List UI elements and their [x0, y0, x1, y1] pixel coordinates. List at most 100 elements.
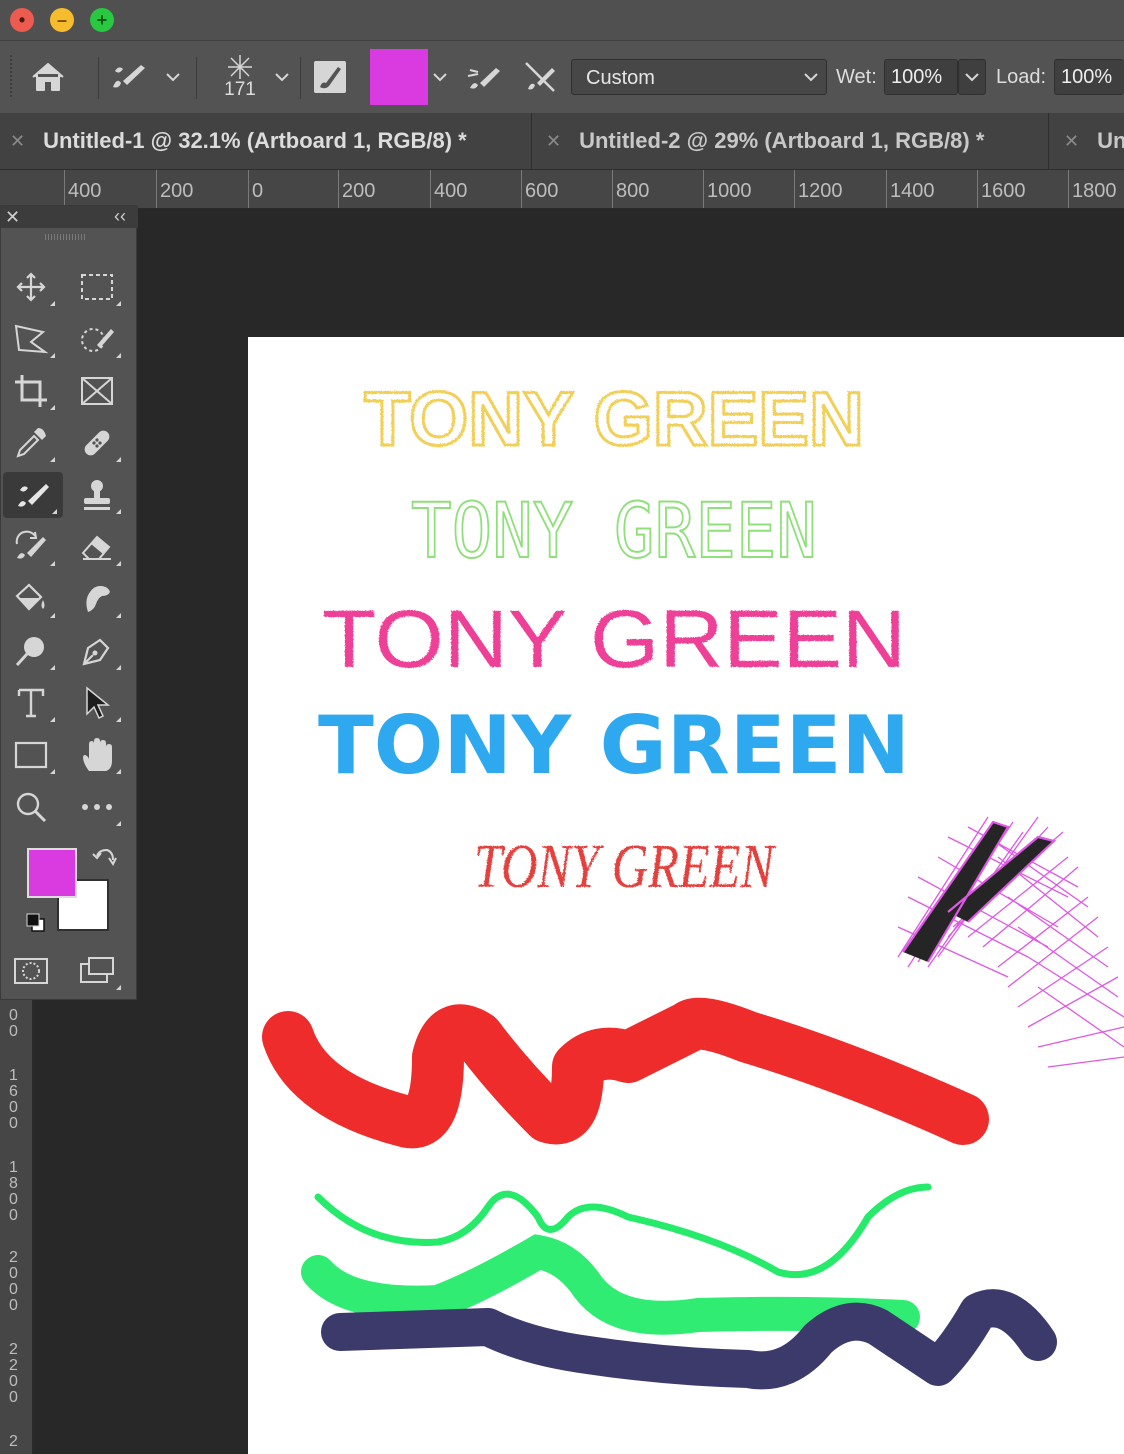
tab-title: Untitled-1 @ 32.1% (Artboard 1, RGB/8) *	[43, 128, 467, 153]
stamp-icon	[84, 480, 110, 510]
brush-settings-toggle[interactable]	[310, 41, 350, 113]
paint-bucket-tool[interactable]	[1, 576, 61, 622]
ruler-label: 0 0	[9, 1007, 18, 1040]
brush-picker-dropdown[interactable]	[270, 41, 294, 113]
blend-preset-value: Custom	[586, 67, 655, 89]
tab-untitled-3[interactable]: ✕ Un	[1064, 113, 1124, 169]
ruler-label: 1200	[798, 180, 843, 202]
object-selection-icon	[81, 328, 114, 352]
default-colors-button[interactable]	[25, 912, 47, 934]
type-tool[interactable]	[1, 680, 61, 726]
pen-icon	[82, 638, 110, 666]
ruler-label: 600	[525, 180, 559, 202]
ruler-label: 0	[252, 180, 264, 202]
pen-tool[interactable]	[67, 628, 127, 674]
load-brush-icon	[467, 68, 500, 89]
artboard-drawing: TONY GREEN TONY GREEN TONY GREEN TONY GR…	[262, 376, 1124, 1390]
artboard[interactable]: TONY GREEN TONY GREEN TONY GREEN TONY GR…	[248, 337, 1124, 1454]
options-bar: 171 Custom Wet: 100% Load: 100%	[0, 40, 1124, 114]
eraser-tool[interactable]	[67, 524, 127, 570]
tab-untitled-2[interactable]: ✕ Untitled-2 @ 29% (Artboard 1, RGB/8) *	[546, 113, 1046, 169]
marquee-tool[interactable]	[67, 264, 127, 310]
rect-marquee-icon	[81, 274, 113, 300]
close-tab-icon[interactable]: ✕	[1064, 131, 1079, 152]
screen-mode-button[interactable]	[67, 948, 127, 994]
dodge-tool[interactable]	[1, 628, 61, 674]
collapse-panel-icon[interactable]: ‹‹	[114, 206, 126, 227]
more-tools[interactable]	[67, 784, 127, 830]
ruler-label: 1 8 0 0	[9, 1159, 18, 1224]
tab-title: Un	[1097, 128, 1124, 153]
default-colors-icon	[26, 913, 45, 932]
bandage-icon	[84, 430, 110, 456]
quick-mask-button[interactable]	[1, 948, 61, 994]
ruler-label: 1000	[707, 180, 752, 202]
ruler-label: 2 0 0 0	[9, 1249, 18, 1314]
tools-panel-header[interactable]: ✕ ‹‹	[1, 206, 138, 228]
move-tool[interactable]	[1, 264, 61, 310]
ruler-label: 200	[342, 180, 376, 202]
rectangle-icon	[14, 741, 48, 769]
tool-preset-button[interactable]	[104, 41, 152, 113]
smudge-tool[interactable]	[67, 576, 127, 622]
magenta-hatched-stroke	[897, 816, 1124, 1068]
text-tony-green-pink: TONY GREEN	[322, 594, 906, 685]
crop-tool[interactable]	[1, 368, 61, 414]
window-minimize-button[interactable]: –	[50, 8, 74, 32]
wet-dropdown[interactable]	[958, 59, 986, 95]
close-icon: •	[18, 10, 26, 30]
ruler-label: 1600	[981, 180, 1026, 202]
history-brush-tool[interactable]	[1, 524, 61, 570]
close-panel-icon[interactable]: ✕	[5, 207, 20, 228]
wet-field[interactable]: 100%	[884, 59, 958, 95]
quick-mask-icon	[14, 958, 48, 984]
healing-brush-tool[interactable]	[67, 420, 127, 466]
clone-stamp-tool[interactable]	[67, 472, 127, 518]
brush-picker[interactable]: 171	[208, 41, 272, 113]
tab-untitled-1[interactable]: ✕ Untitled-1 @ 32.1% (Artboard 1, RGB/8)…	[10, 113, 528, 169]
ruler-label: 800	[616, 180, 650, 202]
ruler-label: 1400	[890, 180, 935, 202]
close-tab-icon[interactable]: ✕	[546, 131, 561, 152]
load-field[interactable]: 100%	[1054, 59, 1124, 95]
horizontal-ruler[interactable]: 400 200 0 200 400 600 800 1000 1200 1400…	[0, 170, 1124, 209]
zoom-tool[interactable]	[1, 784, 61, 830]
panel-grip[interactable]	[45, 234, 85, 240]
home-button[interactable]	[20, 41, 76, 113]
mixer-brush-icon	[18, 484, 49, 507]
window-maximize-button[interactable]: +	[90, 8, 114, 32]
load-value: 100%	[1061, 66, 1113, 88]
rectangle-tool[interactable]	[1, 732, 61, 778]
smudge-icon	[86, 586, 110, 612]
minimize-icon: –	[56, 10, 67, 30]
close-tab-icon[interactable]: ✕	[10, 131, 25, 152]
current-color-swatch[interactable]	[370, 49, 428, 105]
options-bar-grip[interactable]	[8, 41, 14, 113]
color-swatch-dropdown[interactable]	[430, 41, 450, 113]
mixer-brush-tool[interactable]	[3, 472, 63, 518]
brush-settings-icon	[314, 61, 346, 93]
tool-preset-dropdown[interactable]	[160, 41, 186, 113]
chevron-down-icon	[275, 73, 289, 82]
red-brush-stroke	[262, 997, 989, 1149]
wet-value: 100%	[891, 66, 943, 88]
ellipsis-icon	[82, 804, 112, 810]
swap-colors-button[interactable]	[91, 846, 117, 872]
eyedropper-tool[interactable]	[1, 420, 61, 466]
foreground-color-swatch[interactable]	[27, 848, 77, 898]
hand-icon	[83, 738, 112, 771]
arrow-cursor-icon	[86, 686, 111, 720]
quick-selection-tool[interactable]	[67, 316, 127, 362]
lasso-tool[interactable]	[1, 316, 61, 362]
green-thick-stroke	[301, 1234, 920, 1335]
blend-preset-select[interactable]: Custom	[571, 59, 827, 95]
load-brush-button[interactable]	[460, 41, 508, 113]
chevron-down-icon	[433, 73, 447, 82]
brush-tip-icon	[228, 55, 252, 79]
clean-brush-button[interactable]	[514, 41, 566, 113]
home-icon	[32, 63, 64, 91]
window-close-button[interactable]: •	[10, 8, 34, 32]
path-selection-tool[interactable]	[67, 680, 127, 726]
hand-tool[interactable]	[67, 732, 127, 778]
frame-tool[interactable]	[67, 368, 127, 414]
